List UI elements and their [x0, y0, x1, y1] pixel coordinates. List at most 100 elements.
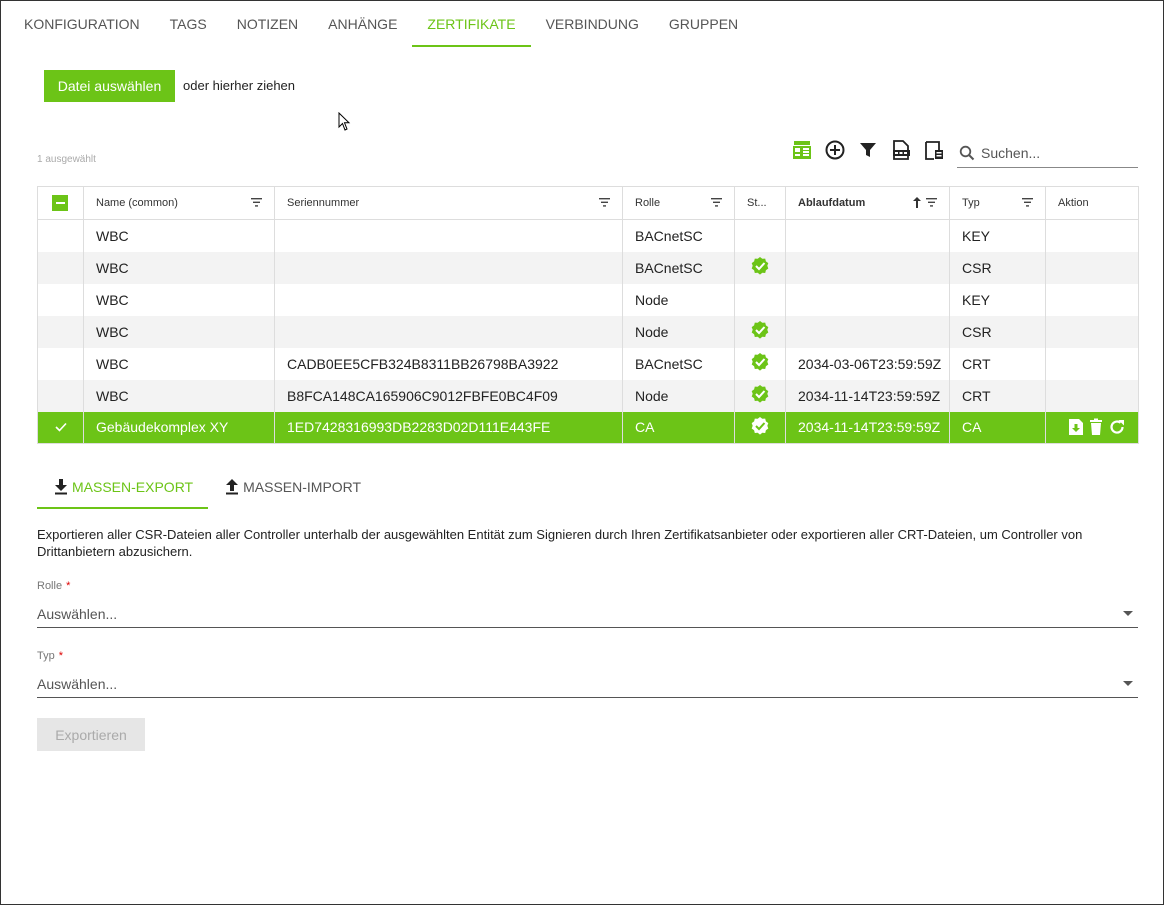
cell-role: CA [622, 411, 735, 444]
column-header-name[interactable]: Name (common) [83, 186, 275, 220]
column-filter-icon[interactable] [926, 198, 937, 207]
cell-status [734, 347, 786, 380]
tab-label: MASSEN-EXPORT [72, 479, 194, 495]
tab-tags[interactable]: TAGS [155, 1, 222, 47]
table-row[interactable]: WBC B8FCA148CA165906C9012FBFE0BC4F09 Node 2… [37, 379, 1139, 412]
verified-badge-icon [751, 353, 769, 371]
column-header-type[interactable]: Typ [949, 186, 1046, 220]
row-checkbox[interactable] [37, 315, 84, 348]
verified-badge-icon [751, 416, 769, 435]
column-filter-icon[interactable] [599, 198, 610, 207]
row-checkbox[interactable] [37, 219, 84, 252]
tab-konfiguration[interactable]: KONFIGURATION [9, 1, 155, 47]
table-row[interactable]: WBC BACnetSC CSR [37, 251, 1139, 284]
cell-action [1045, 411, 1139, 444]
cell-name: WBC [83, 315, 275, 348]
row-checkbox[interactable] [37, 347, 84, 380]
cell-type: CSR [949, 315, 1046, 348]
add-circle-icon[interactable] [824, 139, 846, 161]
column-label: Seriennummer [287, 197, 360, 209]
cell-action [1045, 315, 1139, 348]
export-button[interactable]: Exportieren [37, 718, 145, 751]
cell-type: KEY [949, 219, 1046, 252]
cell-serial [274, 315, 623, 348]
cell-name: WBC [83, 283, 275, 316]
cell-status [734, 315, 786, 348]
column-filter-icon[interactable] [251, 198, 262, 207]
download-file-icon[interactable] [1068, 418, 1084, 436]
tab-mass-import[interactable]: MASSEN-IMPORT [208, 471, 376, 509]
cell-type: KEY [949, 283, 1046, 316]
column-header-expiry[interactable]: Ablaufdatum [785, 186, 950, 220]
delete-icon[interactable] [1088, 418, 1104, 436]
cell-name: WBC [83, 347, 275, 380]
cell-action [1045, 219, 1139, 252]
cell-action [1045, 251, 1139, 284]
role-select[interactable]: Auswählen... [37, 600, 1138, 628]
search-input[interactable] [981, 145, 1131, 161]
ledger-icon[interactable] [791, 139, 813, 161]
table-header-row: Name (common) Seriennummer Rolle St... A… [37, 186, 1139, 220]
drop-zone-hint[interactable]: oder hierher ziehen [183, 78, 295, 93]
search-icon [959, 145, 975, 161]
dropdown-caret-icon [1123, 611, 1133, 616]
cell-status [734, 411, 786, 444]
table-row[interactable]: Gebäudekomplex XY 1ED7428316993DB2283D02D… [37, 411, 1139, 444]
search-field[interactable] [957, 139, 1138, 168]
table-row[interactable]: WBC BACnetSC KEY [37, 219, 1139, 252]
sort-ascending-icon[interactable] [913, 197, 921, 208]
column-settings-icon[interactable] [923, 139, 945, 161]
cell-type: CRT [949, 379, 1046, 412]
cell-name: Gebäudekomplex XY [83, 411, 275, 444]
cell-serial: CADB0EE5CFB324B8311BB26798BA3922 [274, 347, 623, 380]
tab-anhaenge[interactable]: ANHÄNGE [313, 1, 412, 47]
cell-status [734, 283, 786, 316]
type-select[interactable]: Auswählen... [37, 670, 1138, 698]
cell-role: BACnetSC [622, 219, 735, 252]
row-checkbox[interactable] [37, 283, 84, 316]
column-header-role[interactable]: Rolle [622, 186, 735, 220]
cell-expiry [785, 219, 950, 252]
row-checkbox[interactable] [37, 411, 84, 444]
cell-action [1045, 283, 1139, 316]
tab-verbindung[interactable]: VERBINDUNG [531, 1, 654, 47]
tab-zertifikate[interactable]: ZERTIFIKATE [412, 1, 531, 47]
cell-role: Node [622, 379, 735, 412]
role-label: Rolle * [37, 580, 70, 592]
table-row[interactable]: WBC CADB0EE5CFB324B8311BB26798BA3922 BACne… [37, 347, 1139, 380]
table-row[interactable]: WBC Node KEY [37, 283, 1139, 316]
column-label: Aktion [1058, 197, 1089, 209]
refresh-icon[interactable] [1108, 418, 1126, 436]
required-marker: * [66, 580, 71, 592]
cell-serial [274, 283, 623, 316]
cell-expiry [785, 315, 950, 348]
cell-role: Node [622, 315, 735, 348]
table-toolbar [791, 139, 956, 161]
verified-badge-icon [751, 321, 769, 339]
cell-role: BACnetSC [622, 347, 735, 380]
select-all-checkbox[interactable] [37, 186, 84, 220]
column-filter-icon[interactable] [711, 198, 722, 207]
tab-gruppen[interactable]: GRUPPEN [654, 1, 753, 47]
column-header-status[interactable]: St... [734, 186, 786, 220]
csv-export-icon[interactable] [890, 139, 912, 161]
file-select-button[interactable]: Datei auswählen [44, 70, 175, 102]
filter-icon[interactable] [857, 139, 879, 161]
column-header-serial[interactable]: Seriennummer [274, 186, 623, 220]
tab-mass-export[interactable]: MASSEN-EXPORT [37, 471, 209, 509]
row-checkbox[interactable] [37, 379, 84, 412]
verified-badge-icon [751, 257, 769, 275]
export-description: Exportieren aller CSR-Dateien aller Cont… [37, 527, 1083, 559]
cell-name: WBC [83, 219, 275, 252]
cell-expiry: 2034-11-14T23:59:59Z [785, 379, 950, 412]
cell-serial [274, 219, 623, 252]
tab-notizen[interactable]: NOTIZEN [222, 1, 313, 47]
cell-name: WBC [83, 251, 275, 284]
check-icon [54, 423, 67, 432]
column-label: Name (common) [96, 197, 178, 209]
column-filter-icon[interactable] [1022, 198, 1033, 207]
dropdown-caret-icon [1123, 681, 1133, 686]
table-row[interactable]: WBC Node CSR [37, 315, 1139, 348]
column-label: Typ [962, 197, 980, 209]
row-checkbox[interactable] [37, 251, 84, 284]
